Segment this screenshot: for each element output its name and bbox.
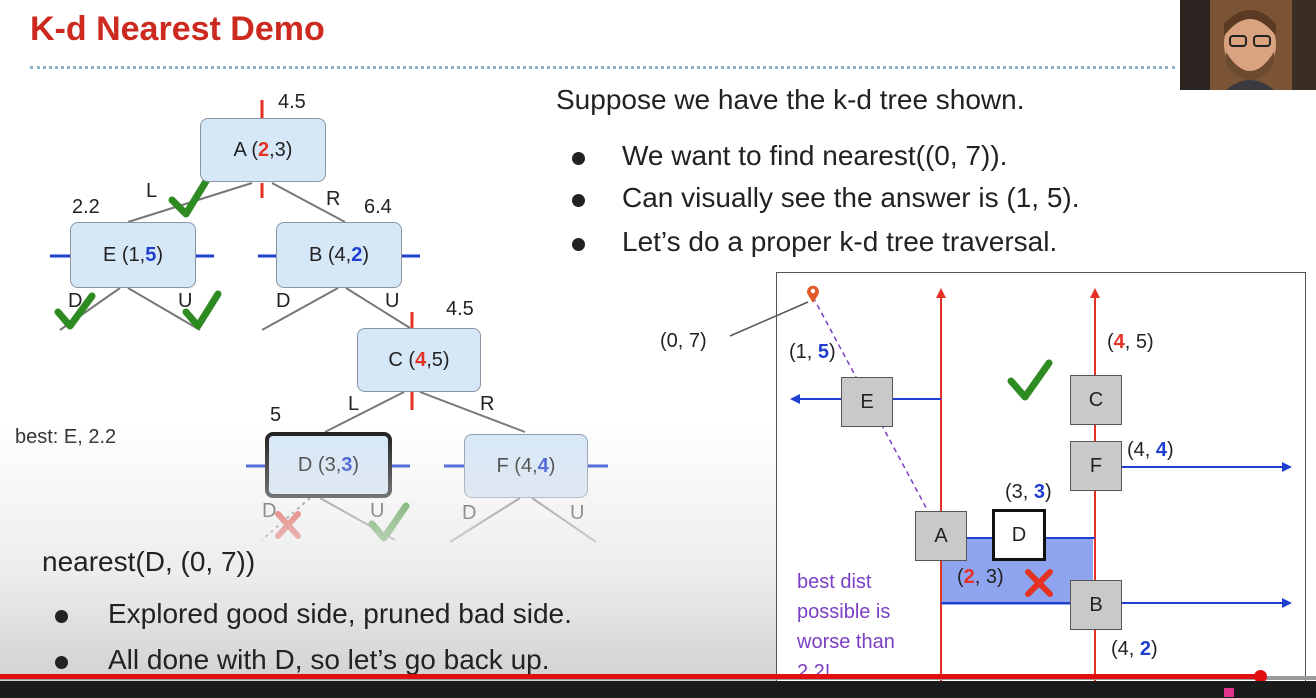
dist-label-a: 4.5 <box>278 91 306 113</box>
right-bullet-2: Can visually see the answer is (1, 5). <box>622 182 1080 213</box>
dist-label-d: 5 <box>270 404 282 426</box>
branch-label-l: L <box>146 180 158 202</box>
hd-badge-icon[interactable] <box>1224 688 1234 697</box>
edge-c-d <box>324 391 405 433</box>
dist-label-b: 6.4 <box>364 196 392 218</box>
check-icon <box>1007 359 1053 401</box>
plane-point-b: B <box>1070 580 1122 630</box>
check-icon <box>168 174 212 218</box>
bullet-dot <box>572 238 585 251</box>
edge-b-down <box>261 287 339 331</box>
kd-plane-diagram: E C F A D B (1, 5) (4, 5) (4, 4) (3, 3) … <box>776 272 1306 691</box>
plane-point-f: F <box>1070 441 1122 491</box>
coord-label-b: (4, 2) <box>1111 638 1158 660</box>
branch-label-d: D <box>276 290 291 312</box>
nearest-call-label: nearest(D, (0, 7)) <box>42 546 256 577</box>
presenter-webcam <box>1180 0 1316 90</box>
left-bullet-1: Explored good side, pruned bad side. <box>108 598 572 629</box>
tree-node-d-current: D (3, 3) <box>265 432 392 498</box>
coord-label-f: (4, 4) <box>1127 439 1174 461</box>
tree-node-b: B (4, 2) <box>276 222 402 288</box>
branch-label-l: L <box>348 393 360 415</box>
tree-node-c: C (4, 5) <box>357 328 481 392</box>
tree-node-f: F (4, 4) <box>464 434 588 498</box>
video-controls-bar <box>0 681 1316 698</box>
branch-label-d: D <box>462 502 477 524</box>
branch-label-u: U <box>178 290 193 312</box>
tree-node-e: E (1, 5) <box>70 222 196 288</box>
pruning-note: best dist possible is worse than 2.2! <box>797 571 895 683</box>
dist-label-c: 4.5 <box>446 298 474 320</box>
best-so-far-label: best: E, 2.2 <box>15 426 117 448</box>
video-progress-fill <box>0 674 1262 679</box>
slide: K-d Nearest Demo A (2 , 3) E (1, 5) B… <box>0 0 1316 698</box>
plane-point-e: E <box>841 377 893 427</box>
branch-label-d: D <box>68 290 83 312</box>
coord-label-c: (4, 5) <box>1107 331 1154 353</box>
edge-c-f <box>419 391 526 433</box>
branch-label-r: R <box>326 188 341 210</box>
bullet-dot <box>55 656 68 669</box>
branch-label-u: U <box>385 290 400 312</box>
right-bullet-3: Let’s do a proper k-d tree traversal. <box>622 226 1058 257</box>
branch-label-u: U <box>570 502 585 524</box>
right-bullet-1: We want to find nearest((0, 7)). <box>622 140 1008 171</box>
query-pointer <box>729 301 809 337</box>
bullet-dot <box>572 152 585 165</box>
plane-point-a: A <box>915 511 967 561</box>
tree-node-a: A (2, 3) <box>200 118 326 182</box>
bullet-dot <box>572 194 585 207</box>
left-bullet-2: All done with D, so let’s go back up. <box>108 644 550 674</box>
branch-label-d: D <box>262 500 277 522</box>
edge-f-down <box>449 497 521 543</box>
plane-point-c: C <box>1070 375 1122 425</box>
branch-label-r: R <box>480 393 495 415</box>
plane-point-d-current: D <box>992 509 1046 561</box>
coord-label-d: (3, 3) <box>1005 481 1052 503</box>
edge-f-up <box>531 497 597 543</box>
branch-label-u: U <box>370 500 385 522</box>
dist-label-e: 2.2 <box>72 196 100 218</box>
intro-text: Suppose we have the k-d tree shown. <box>556 84 1025 115</box>
coord-label-a: (2, 3) <box>957 566 1004 588</box>
presenter-avatar <box>1180 0 1316 90</box>
bullet-dot <box>55 610 68 623</box>
edge-b-up <box>345 287 411 329</box>
